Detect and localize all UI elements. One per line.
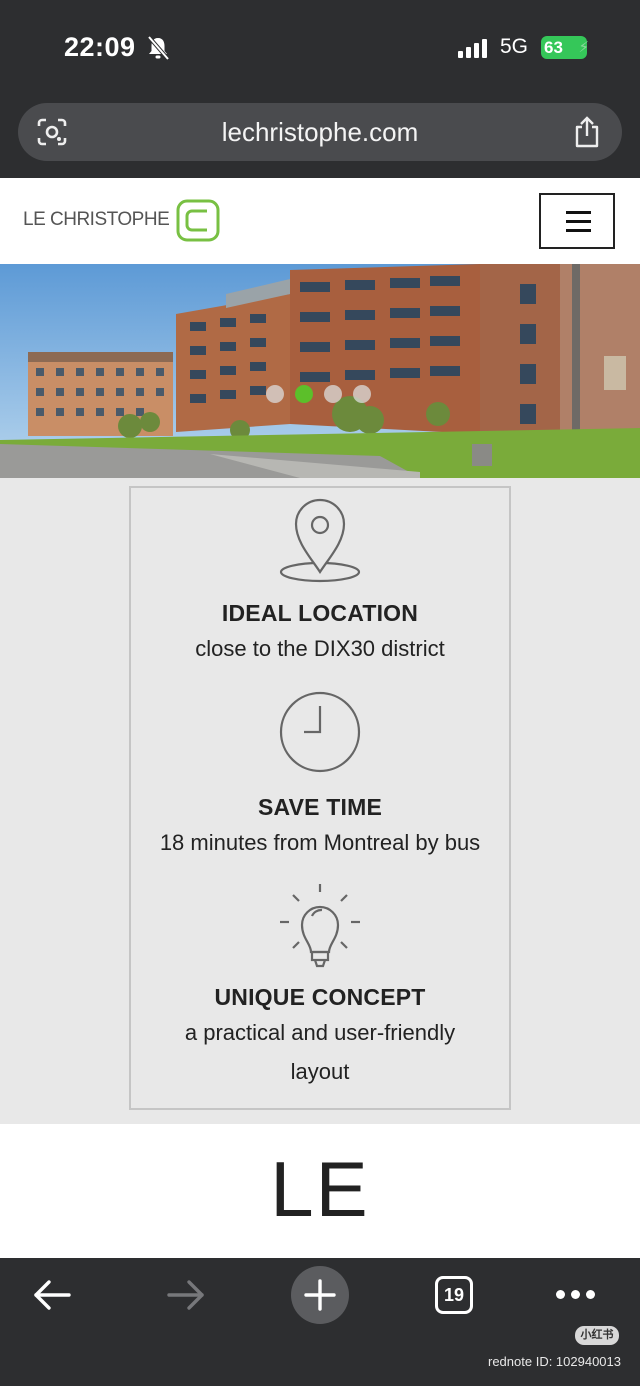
forward-arrow-icon[interactable] <box>166 1278 206 1312</box>
feature-ideal-location: IDEAL LOCATION close to the DIX30 distri… <box>131 496 509 668</box>
site-header: LE CHRISTOPHE <box>0 178 640 264</box>
plus-icon <box>304 1279 336 1311</box>
battery-level: 63 <box>544 38 563 57</box>
feature-unique-concept: UNIQUE CONCEPT a practical and user-frie… <box>131 882 509 1091</box>
slider-dot-active[interactable] <box>295 385 313 403</box>
site-logo-text[interactable]: LE CHRISTOPHE <box>23 209 170 231</box>
slider-dot[interactable] <box>324 385 342 403</box>
charging-icon: ⚡ <box>578 39 589 56</box>
feature-text: a practical and user-friendly <box>184 1020 456 1045</box>
features-section: IDEAL LOCATION close to the DIX30 distri… <box>0 478 640 1124</box>
browser-toolbar: 19 小红书 rednote ID: 102940013 <box>0 1258 640 1386</box>
more-menu-button[interactable] <box>556 1290 595 1299</box>
battery-icon: 63 ⚡ <box>541 36 589 59</box>
back-arrow-icon[interactable] <box>32 1278 72 1312</box>
lightbulb-icon <box>280 884 360 968</box>
location-pin-icon <box>279 498 361 583</box>
share-icon[interactable] <box>572 115 602 149</box>
feature-title: UNIQUE CONCEPT <box>214 984 426 1010</box>
url-text[interactable]: lechristophe.com <box>18 117 622 148</box>
hamburger-menu-button[interactable] <box>539 193 615 249</box>
building-photo <box>0 264 640 478</box>
watermark-badge: 小红书 <box>575 1326 619 1345</box>
web-page: LE CHRISTOPHE IDEAL LOCATION close to th… <box>0 178 640 1258</box>
section-heading: LE <box>270 1145 370 1233</box>
network-type: 5G <box>500 35 529 58</box>
hero-slider[interactable] <box>0 264 640 478</box>
logo-c-icon[interactable] <box>176 199 220 242</box>
bell-muted-icon <box>147 35 170 61</box>
feature-title: SAVE TIME <box>257 794 383 820</box>
tab-switcher-button[interactable]: 19 <box>435 1276 473 1314</box>
features-card: IDEAL LOCATION close to the DIX30 distri… <box>129 486 511 1110</box>
feature-title: IDEAL LOCATION <box>221 600 419 626</box>
feature-text: layout <box>290 1059 350 1084</box>
slider-dot[interactable] <box>266 385 284 403</box>
signal-icon <box>458 38 487 58</box>
clock-icon <box>279 691 361 773</box>
address-bar[interactable]: lechristophe.com <box>18 103 622 161</box>
status-time: 22:09 <box>64 32 136 62</box>
feature-text: 18 minutes from Montreal by bus <box>159 830 481 855</box>
watermark-id: rednote ID: 102940013 <box>488 1354 621 1369</box>
new-tab-button[interactable] <box>291 1266 349 1324</box>
feature-text: close to the DIX30 district <box>195 636 445 661</box>
status-bar: 22:09 5G 63 ⚡ <box>0 0 640 95</box>
feature-save-time: SAVE TIME 18 minutes from Montreal by bu… <box>131 690 509 862</box>
slider-dots <box>266 385 371 403</box>
section-heading-band: LE <box>0 1124 640 1258</box>
slider-dot[interactable] <box>353 385 371 403</box>
